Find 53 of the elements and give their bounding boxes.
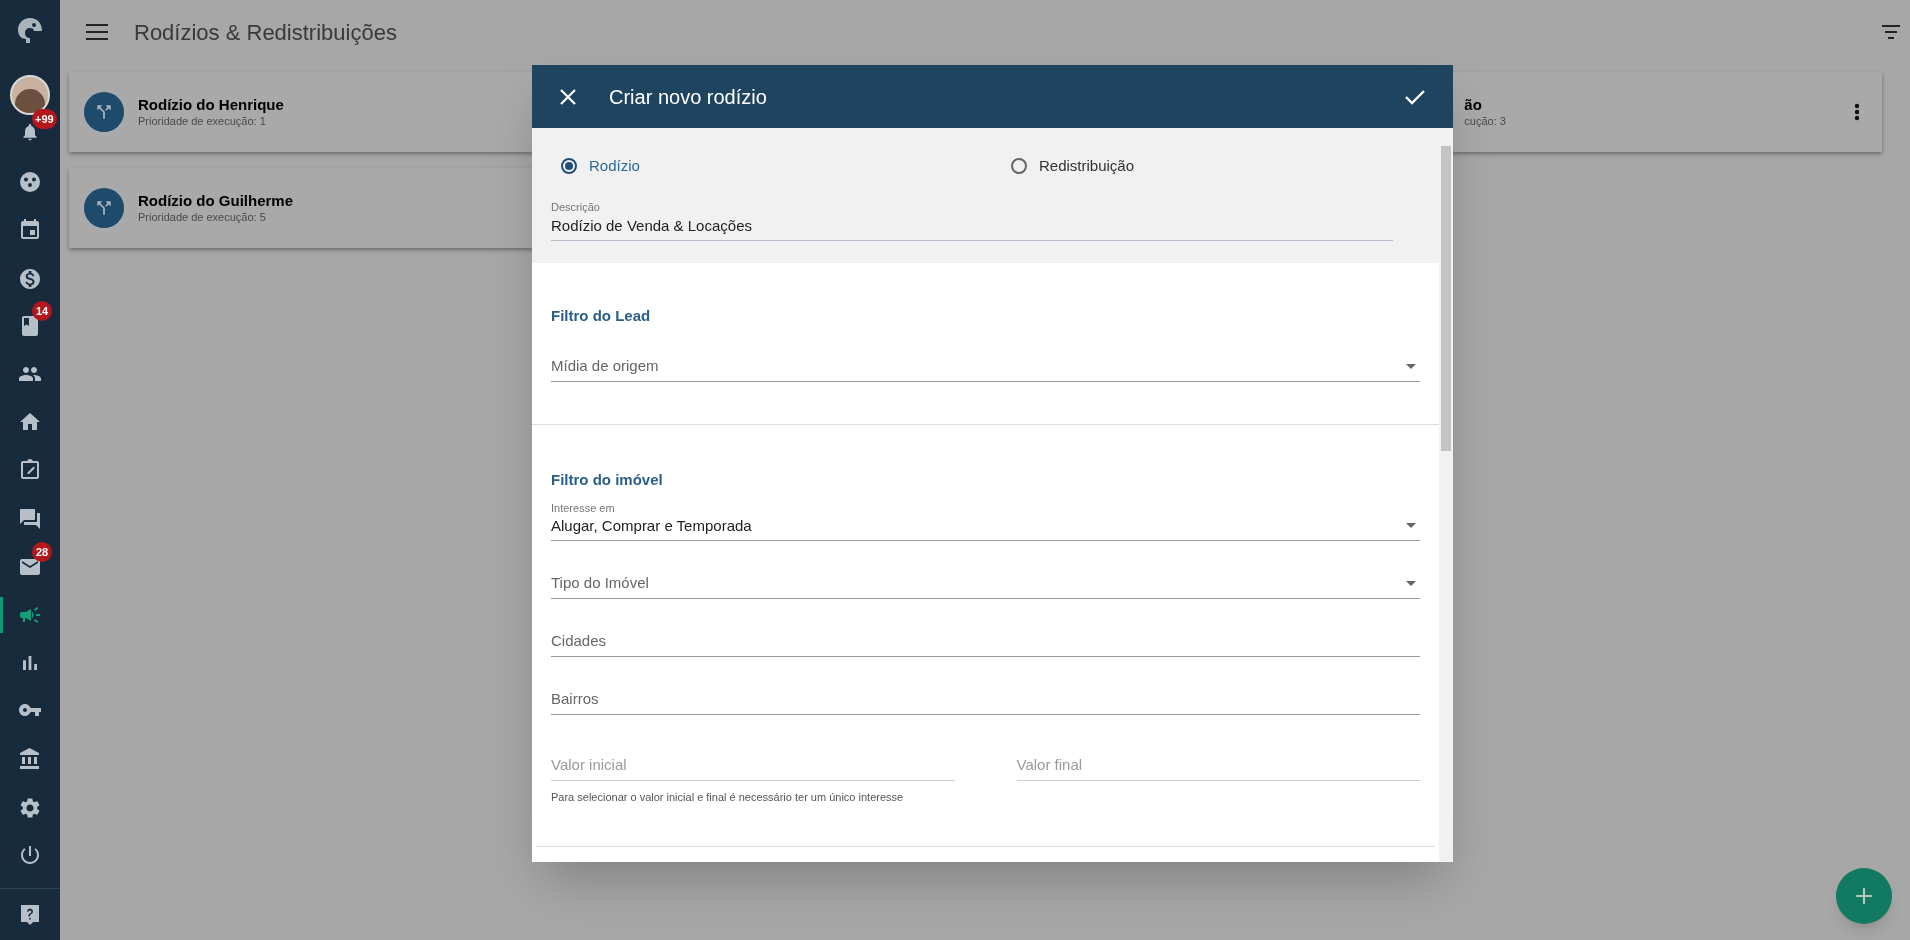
radio-option[interactable]: Redistribuição bbox=[1011, 154, 1135, 178]
field-label: Descrição bbox=[551, 200, 601, 214]
notification-badge: 28 bbox=[32, 542, 52, 562]
circle-dots-icon[interactable] bbox=[18, 170, 42, 194]
input-field[interactable]: Cidades bbox=[551, 629, 1420, 657]
helper-text: Para selecionar o valor inicial e final é necessário ter um único interesse bbox=[551, 790, 905, 805]
input-field[interactable]: Bairros bbox=[551, 687, 1420, 715]
menu-icon[interactable] bbox=[86, 24, 108, 40]
dollar-icon[interactable] bbox=[18, 267, 42, 291]
fork-icon bbox=[94, 102, 114, 122]
bell-icon[interactable] bbox=[20, 122, 40, 142]
card-subtitle: cução: 3 bbox=[1464, 114, 1506, 128]
scrollbar[interactable] bbox=[1439, 128, 1453, 862]
power-icon[interactable] bbox=[18, 843, 42, 867]
card-title: Rodízio do Henrique bbox=[138, 96, 284, 114]
field-placeholder: Mídia de origem bbox=[551, 355, 660, 376]
field-placeholder: Valor final bbox=[1016, 755, 1084, 775]
confirm-button[interactable] bbox=[1405, 88, 1425, 105]
plus-icon bbox=[1855, 887, 1873, 905]
field-placeholder: Valor inicial bbox=[551, 755, 628, 775]
settings-icon[interactable] bbox=[18, 796, 42, 820]
clipboard-edit-icon[interactable] bbox=[18, 458, 42, 482]
dropdown-field[interactable]: Interesse em Alugar, Comprar e Temporada bbox=[551, 501, 1420, 541]
dropdown-arrow-icon bbox=[1406, 581, 1416, 586]
card-subtitle: Prioridade de execução: 1 bbox=[138, 114, 267, 128]
dropdown-field[interactable]: Tipo do Imóvel bbox=[551, 571, 1420, 599]
card-title: ão bbox=[1464, 96, 1483, 114]
dropdown-arrow-icon bbox=[1406, 363, 1416, 369]
section-title: Filtro do imóvel bbox=[551, 469, 664, 490]
more-icon[interactable] bbox=[1854, 103, 1860, 121]
field-placeholder: Tipo do Imóvel bbox=[551, 573, 650, 593]
card-subtitle: Prioridade de execução: 5 bbox=[138, 210, 267, 224]
fork-icon bbox=[94, 198, 114, 218]
description-field[interactable]: Descrição Rodízio de Venda & Locações bbox=[551, 200, 1393, 241]
filter-icon[interactable] bbox=[1882, 25, 1900, 39]
dropdown-arrow-icon bbox=[1406, 523, 1416, 528]
logo-icon[interactable] bbox=[15, 16, 45, 46]
close-button[interactable] bbox=[560, 88, 576, 105]
avatar[interactable] bbox=[10, 75, 50, 115]
help-icon[interactable] bbox=[18, 903, 42, 927]
field-placeholder: Cidades bbox=[551, 631, 608, 651]
field-value: Alugar, Comprar e Temporada bbox=[551, 516, 753, 536]
card-title: Rodízio do Guilherme bbox=[138, 192, 293, 210]
section-title: Filtro do Lead bbox=[551, 306, 652, 326]
calendar-icon[interactable] bbox=[18, 218, 42, 242]
notification-badge: +99 bbox=[32, 109, 57, 129]
notification-badge: 14 bbox=[32, 301, 52, 321]
page-title: Rodízios & Redistribuições bbox=[134, 18, 397, 47]
field-label: Interesse em bbox=[551, 501, 616, 515]
bank-icon[interactable] bbox=[18, 747, 42, 771]
chat-icon[interactable] bbox=[18, 507, 42, 531]
field-placeholder: Bairros bbox=[551, 689, 600, 709]
dropdown-field[interactable]: Mídia de origem bbox=[551, 353, 1420, 382]
